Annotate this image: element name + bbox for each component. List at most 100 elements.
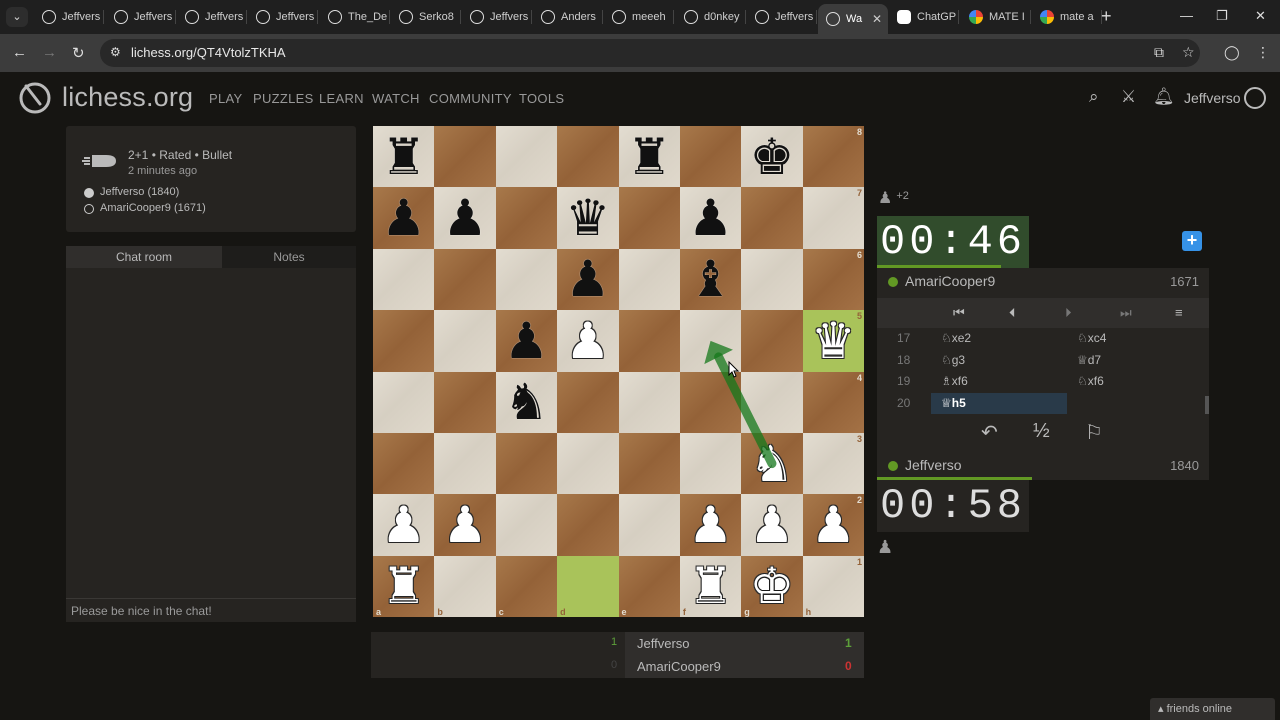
black-pawn-icon[interactable]: ♟ xyxy=(680,187,741,248)
browser-menu-icon[interactable]: ⋮ xyxy=(1256,44,1270,61)
square-g8[interactable]: ♚ xyxy=(741,126,803,188)
square-e6[interactable] xyxy=(618,248,680,311)
browser-tab[interactable]: Jeffvers xyxy=(747,4,817,30)
white-pawn-icon[interactable]: ♟ xyxy=(680,494,741,555)
install-app-icon[interactable]: ⧉ xyxy=(1154,44,1164,61)
square-g7[interactable] xyxy=(741,187,803,249)
black-pawn-icon[interactable]: ♟ xyxy=(373,187,434,248)
score-white-name[interactable]: Jeffverso xyxy=(637,636,690,651)
white-move[interactable]: ♗xf6 xyxy=(931,371,1067,393)
site-logo-text[interactable]: lichess.org xyxy=(62,82,193,113)
bookmark-star-icon[interactable]: ☆ xyxy=(1182,44,1195,61)
notifications-bell-icon[interactable]: 🔔︎ xyxy=(1153,87,1175,107)
square-e8[interactable]: ♜ xyxy=(618,126,680,188)
square-b5[interactable] xyxy=(434,310,496,372)
url-omnibox[interactable]: ⚙ lichess.org/QT4VtolzTKHA xyxy=(100,39,1200,67)
square-h3[interactable]: 3 xyxy=(802,432,864,495)
nav-community[interactable]: COMMUNITY xyxy=(429,91,512,106)
browser-tab[interactable]: Jeffvers xyxy=(106,4,176,30)
browser-tab[interactable]: Anders xyxy=(533,4,603,30)
white-move[interactable]: ♕h5 xyxy=(931,392,1067,414)
black-move[interactable] xyxy=(1067,393,1203,415)
square-d6[interactable]: ♟ xyxy=(557,248,619,311)
last-move-icon[interactable]: ⏭ xyxy=(1120,305,1132,321)
square-e1[interactable]: e xyxy=(618,555,680,617)
black-pawn-icon[interactable]: ♟ xyxy=(434,187,495,248)
user-avatar-icon[interactable] xyxy=(1244,87,1266,109)
reload-icon[interactable]: ↻ xyxy=(72,44,85,62)
square-c8[interactable] xyxy=(495,126,558,188)
square-a5[interactable] xyxy=(373,310,435,372)
square-g6[interactable] xyxy=(741,248,803,311)
square-c5[interactable]: ♟ xyxy=(495,310,558,372)
black-pawn-icon[interactable]: ♟ xyxy=(557,249,618,310)
close-tab-icon[interactable]: ✕ xyxy=(872,12,882,26)
square-d5[interactable]: ♟ xyxy=(557,310,619,372)
first-move-icon[interactable]: ⏮ xyxy=(953,305,965,321)
tab-chat-room[interactable]: Chat room xyxy=(66,246,222,268)
square-h7[interactable]: 7 xyxy=(802,187,864,249)
square-e4[interactable] xyxy=(618,371,680,433)
square-c2[interactable] xyxy=(495,494,558,556)
nav-play[interactable]: PLAY xyxy=(209,91,242,106)
prev-move-icon[interactable]: ⏴ xyxy=(1009,305,1016,321)
square-a2[interactable]: ♟ xyxy=(373,494,435,556)
challenge-swords-icon[interactable]: ⚔ xyxy=(1121,87,1136,107)
browser-tab[interactable]: Jeffvers xyxy=(462,4,532,30)
user-menu-name[interactable]: Jeffverso xyxy=(1184,90,1241,106)
square-b1[interactable]: b xyxy=(434,555,496,617)
bottom-player-name[interactable]: Jeffverso xyxy=(905,457,962,473)
square-g4[interactable] xyxy=(741,371,803,433)
friends-online-button[interactable]: ▴ friends online xyxy=(1150,698,1275,720)
url-text[interactable]: lichess.org/QT4VtolzTKHA xyxy=(131,45,286,60)
square-f3[interactable] xyxy=(679,432,742,495)
square-h1[interactable]: 1h xyxy=(802,555,864,617)
black-bishop-icon[interactable]: ♝ xyxy=(680,249,741,310)
profile-icon[interactable]: ◯ xyxy=(1224,44,1240,61)
square-e2[interactable] xyxy=(618,494,680,556)
browser-tab[interactable]: Wa ✕ xyxy=(818,4,888,34)
browser-tab[interactable]: meeeh xyxy=(604,4,674,30)
site-info-icon[interactable]: ⚙ xyxy=(110,45,121,59)
square-b7[interactable]: ♟ xyxy=(434,187,496,249)
browser-tab[interactable]: Jeffvers xyxy=(34,4,104,30)
square-e5[interactable] xyxy=(618,310,680,372)
back-icon[interactable]: ← xyxy=(12,44,27,61)
white-pawn-icon[interactable]: ♟ xyxy=(373,494,434,555)
square-b4[interactable] xyxy=(434,371,496,433)
square-h4[interactable]: 4 xyxy=(802,371,864,433)
top-player-name[interactable]: AmariCooper9 xyxy=(905,273,995,289)
square-d4[interactable] xyxy=(557,371,619,433)
white-move[interactable]: ♘g3 xyxy=(931,350,1067,372)
square-b3[interactable] xyxy=(434,432,496,495)
white-player-link[interactable]: Jeffverso (1840) xyxy=(100,186,179,198)
minimize-icon[interactable]: — xyxy=(1180,8,1193,23)
black-move[interactable]: ♘xc4 xyxy=(1067,328,1203,350)
nav-puzzles[interactable]: PUZZLES xyxy=(253,91,314,106)
next-move-icon[interactable]: ⏵ xyxy=(1065,305,1072,321)
black-queen-icon[interactable]: ♛ xyxy=(557,187,618,248)
white-pawn-icon[interactable]: ♟ xyxy=(803,494,864,555)
move-list-scrollbar[interactable] xyxy=(1205,396,1209,414)
white-pawn-icon[interactable]: ♟ xyxy=(434,494,495,555)
white-rook-icon[interactable]: ♜ xyxy=(373,556,434,617)
maximize-icon[interactable]: ❐ xyxy=(1216,8,1228,24)
add-time-button[interactable]: + xyxy=(1182,231,1202,251)
nav-tools[interactable]: TOOLS xyxy=(519,91,564,106)
square-h2[interactable]: ♟ 2 xyxy=(802,494,864,556)
square-e7[interactable] xyxy=(618,187,680,249)
square-f4[interactable] xyxy=(679,371,742,433)
black-knight-icon[interactable]: ♞ xyxy=(496,372,557,433)
black-king-icon[interactable]: ♚ xyxy=(741,126,802,187)
square-g2[interactable]: ♟ xyxy=(741,494,803,556)
white-pawn-icon[interactable]: ♟ xyxy=(741,494,802,555)
square-a3[interactable] xyxy=(373,432,435,495)
white-rook-icon[interactable]: ♜ xyxy=(680,556,741,617)
square-g5[interactable] xyxy=(741,310,803,372)
square-f7[interactable]: ♟ xyxy=(679,187,742,249)
black-pawn-icon[interactable]: ♟ xyxy=(496,310,557,371)
square-d8[interactable] xyxy=(557,126,619,188)
offer-draw-button[interactable]: ½ xyxy=(1033,420,1050,443)
square-d1[interactable]: d xyxy=(557,555,619,617)
lichess-logo-icon[interactable] xyxy=(18,80,52,114)
